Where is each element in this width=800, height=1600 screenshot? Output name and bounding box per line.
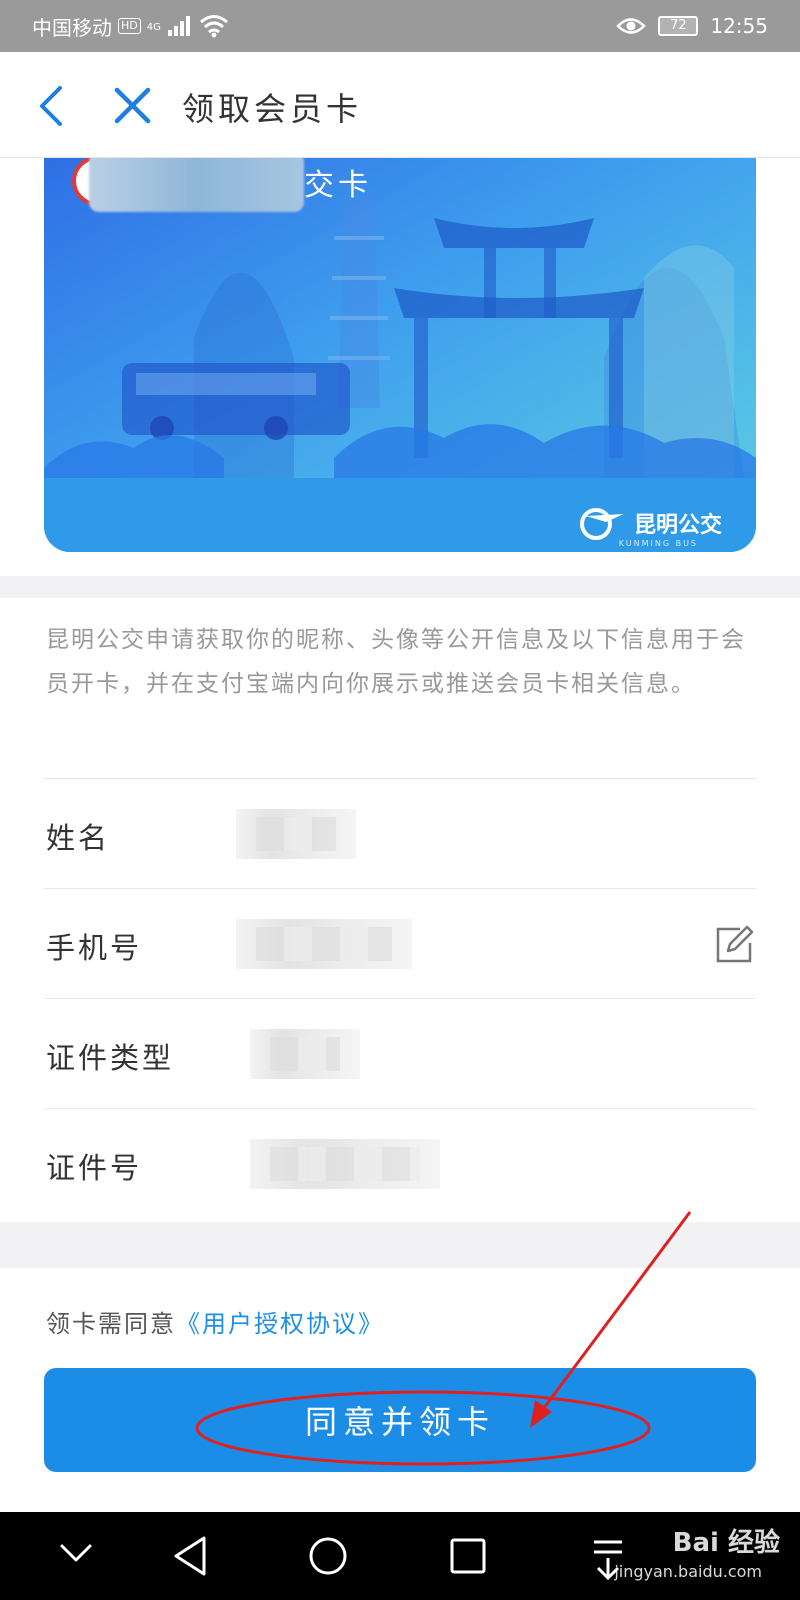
- back-triangle-icon[interactable]: [174, 1536, 206, 1576]
- home-circle-icon[interactable]: [309, 1537, 347, 1575]
- agreement-text: 领卡需同意《用户授权协议》: [46, 1304, 384, 1339]
- signal-icon: [167, 16, 190, 36]
- close-icon: [114, 87, 151, 124]
- battery-indicator: 72: [658, 16, 699, 36]
- system-nav-bar: Bai 经验 jingyan.baidu.com: [0, 1512, 800, 1600]
- phone-label: 手机号: [46, 931, 143, 965]
- kunming-bus-logo-icon: [579, 508, 624, 540]
- watermark-text: Bai 经验: [672, 1528, 780, 1558]
- name-label: 姓名: [46, 821, 111, 855]
- card-brand-name: 昆明公交: [633, 513, 722, 538]
- close-button[interactable]: [108, 80, 158, 130]
- page-title: 领取会员卡: [182, 90, 363, 128]
- card-brand-sub: KUNMING BUS: [618, 539, 698, 548]
- info-section: 昆明公交申请获取你的昵称、头像等公开信息及以下信息用于会员开卡，并在支付宝端内向…: [0, 598, 800, 1222]
- clock: 12:55: [710, 14, 768, 38]
- network-type: 4G: [146, 21, 161, 33]
- agree-and-claim-button[interactable]: 同意并领卡: [44, 1368, 756, 1472]
- back-button[interactable]: [30, 80, 80, 130]
- card-brand: 昆明公交: [576, 506, 722, 540]
- card-area: 交卡 昆明公交 KUNMING BUS: [0, 158, 800, 576]
- phone-value-redacted: [236, 919, 412, 969]
- wifi-icon: [199, 15, 228, 38]
- watermark-url: jingyan.baidu.com: [614, 1562, 762, 1581]
- edit-phone-button[interactable]: [714, 925, 754, 965]
- form-row-id-type: 证件类型: [44, 998, 756, 1108]
- card-title-redacted: [89, 158, 304, 212]
- collapse-down-icon[interactable]: [60, 1544, 92, 1562]
- id-number-label: 证件号: [46, 1151, 143, 1185]
- form-row-id-number: 证件号: [44, 1108, 756, 1218]
- bottom-section: 领卡需同意《用户授权协议》 同意并领卡: [0, 1268, 800, 1512]
- edit-icon: [716, 925, 754, 963]
- form-row-name: 姓名: [44, 778, 756, 888]
- form-row-phone: 手机号: [44, 888, 756, 998]
- carrier-label: 中国移动: [32, 15, 112, 40]
- chevron-left-icon: [40, 86, 62, 126]
- permission-notice: 昆明公交申请获取你的昵称、头像等公开信息及以下信息用于会员开卡，并在支付宝端内向…: [46, 627, 746, 697]
- eye-comfort-icon: [616, 18, 647, 34]
- id-type-label: 证件类型: [46, 1041, 175, 1075]
- card-title: 交卡: [304, 168, 372, 203]
- id-number-value-redacted: [250, 1139, 440, 1189]
- hd-badge: HD: [118, 18, 141, 34]
- agreement-prefix: 领卡需同意: [46, 1310, 176, 1338]
- member-card: 交卡 昆明公交 KUNMING BUS: [44, 158, 756, 552]
- name-value-redacted: [236, 809, 356, 859]
- status-bar: 中国移动 HD 4G 72 12:55: [0, 0, 800, 52]
- nav-bar: 领取会员卡: [0, 52, 800, 158]
- recents-square-icon[interactable]: [450, 1538, 486, 1574]
- card-illustration: [44, 198, 756, 552]
- user-authorization-link[interactable]: 《用户授权协议》: [176, 1310, 384, 1338]
- id-type-value-redacted: [250, 1029, 360, 1079]
